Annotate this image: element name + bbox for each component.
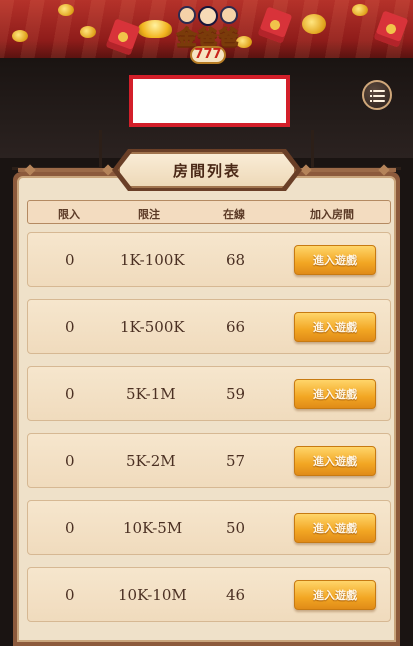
online-cell: 50 bbox=[226, 519, 246, 537]
min-entry-cell: 0 bbox=[65, 318, 75, 336]
list-menu-icon bbox=[364, 82, 390, 108]
min-entry-cell: 0 bbox=[65, 586, 75, 604]
online-cell: 66 bbox=[226, 318, 246, 336]
room-list-title: 房間列表 bbox=[118, 152, 296, 188]
bet-limit-cell: 5K-2M bbox=[126, 452, 176, 470]
online-cell: 46 bbox=[226, 586, 246, 604]
enter-game-button[interactable]: 進入遊戲 bbox=[294, 245, 376, 275]
min-entry-cell: 0 bbox=[65, 251, 75, 269]
bet-limit-cell: 1K-500K bbox=[120, 318, 185, 336]
logo-wordmark: 金爸爸 bbox=[176, 25, 240, 49]
room-row: 0 10K-5M 50 進入遊戲 bbox=[27, 500, 391, 555]
column-header: 限注 bbox=[138, 208, 160, 221]
min-entry-cell: 0 bbox=[65, 452, 75, 470]
room-row: 0 1K-500K 66 進入遊戲 bbox=[27, 299, 391, 354]
game-logo: 金爸爸 777 bbox=[168, 4, 248, 74]
column-header-row: 限入 限注 在線 加入房間 bbox=[27, 200, 391, 224]
lattice-decoration bbox=[311, 130, 401, 170]
logo-characters bbox=[178, 6, 238, 26]
gold-coin-icon bbox=[352, 4, 368, 16]
gold-coin-icon bbox=[302, 14, 326, 34]
enter-game-button[interactable]: 進入遊戲 bbox=[294, 379, 376, 409]
room-row: 0 1K-100K 68 進入遊戲 bbox=[27, 232, 391, 287]
bet-limit-cell: 5K-1M bbox=[126, 385, 176, 403]
lattice-decoration bbox=[12, 130, 102, 170]
room-row: 0 5K-2M 57 進入遊戲 bbox=[27, 433, 391, 488]
enter-game-button[interactable]: 進入遊戲 bbox=[294, 580, 376, 610]
gold-coin-icon bbox=[80, 26, 96, 38]
character-face-icon bbox=[178, 6, 196, 24]
gold-coin-icon bbox=[58, 4, 74, 16]
gold-ingot-icon bbox=[138, 20, 172, 38]
room-row: 0 10K-10M 46 進入遊戲 bbox=[27, 567, 391, 622]
column-header: 在線 bbox=[223, 208, 245, 221]
gold-coin-icon bbox=[12, 30, 28, 42]
bet-limit-cell: 10K-5M bbox=[123, 519, 183, 537]
character-face-icon bbox=[198, 6, 218, 26]
logo-777-badge: 777 bbox=[190, 46, 226, 64]
menu-button[interactable] bbox=[362, 80, 392, 110]
column-header: 加入房間 bbox=[310, 208, 354, 221]
enter-game-button[interactable]: 進入遊戲 bbox=[294, 446, 376, 476]
min-entry-cell: 0 bbox=[65, 519, 75, 537]
online-cell: 57 bbox=[226, 452, 246, 470]
online-cell: 59 bbox=[226, 385, 246, 403]
enter-game-button[interactable]: 進入遊戲 bbox=[294, 312, 376, 342]
bet-limit-cell: 10K-10M bbox=[118, 586, 187, 604]
character-face-icon bbox=[220, 6, 238, 24]
room-row: 0 5K-1M 59 進入遊戲 bbox=[27, 366, 391, 421]
bet-limit-cell: 1K-100K bbox=[120, 251, 185, 269]
redacted-area bbox=[129, 75, 290, 127]
room-list-title-text: 房間列表 bbox=[172, 161, 241, 180]
column-header: 限入 bbox=[58, 208, 80, 221]
enter-game-button[interactable]: 進入遊戲 bbox=[294, 513, 376, 543]
online-cell: 68 bbox=[226, 251, 246, 269]
min-entry-cell: 0 bbox=[65, 385, 75, 403]
